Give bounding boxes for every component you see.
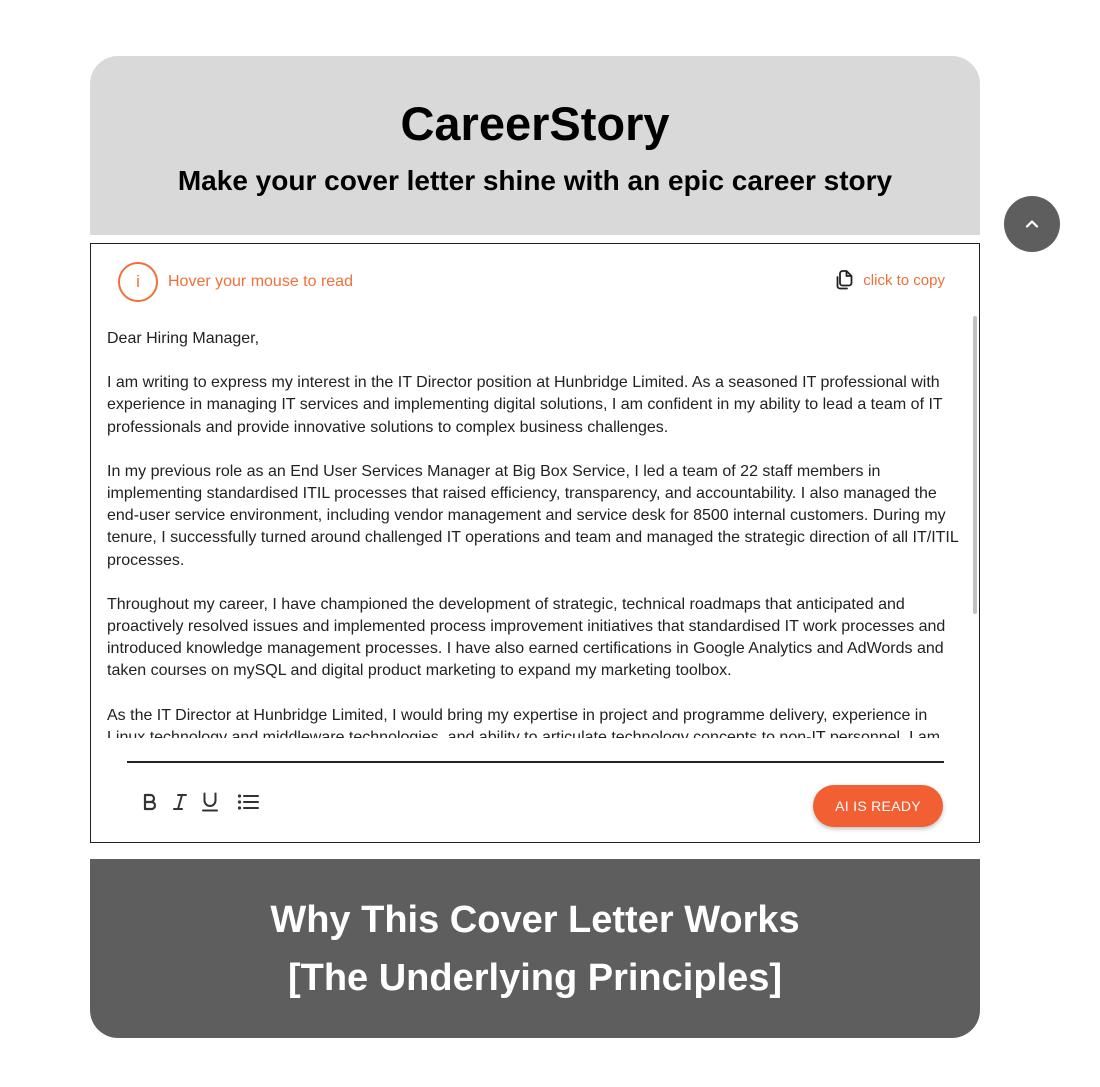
banner-subtitle: [The Underlying Principles] — [287, 957, 783, 999]
underline-icon — [202, 792, 218, 812]
letter-paragraph: Dear Hiring Manager, — [107, 330, 260, 347]
scrollbar-thumb[interactable] — [973, 316, 977, 614]
bold-icon — [143, 793, 157, 811]
cover-letter-text[interactable]: Dear Hiring Manager, I am writing to exp… — [107, 328, 969, 738]
letter-scrollbar[interactable] — [973, 314, 977, 744]
ai-ready-button[interactable]: AI IS READY — [813, 785, 943, 827]
bold-button[interactable] — [135, 790, 165, 814]
chevron-up-icon — [1025, 220, 1039, 228]
bullet-list-button[interactable] — [233, 790, 263, 814]
formatting-toolbar — [135, 790, 263, 814]
letter-paragraph: As the IT Director at Hunbridge Limited,… — [107, 706, 941, 738]
toolbar-divider — [127, 761, 944, 763]
page-subtitle: Make your cover letter shine with an epi… — [177, 165, 893, 196]
letter-paragraph: I am writing to express my interest in t… — [107, 374, 943, 436]
banner-title: Why This Cover Letter Works — [270, 899, 800, 941]
letter-paragraph: Throughout my career, I have championed … — [107, 595, 946, 680]
copy-label: click to copy — [863, 271, 945, 289]
letter-paragraph: In my previous role as an End User Servi… — [107, 462, 959, 569]
hover-hint: i Hover your mouse to read — [118, 262, 353, 302]
scroll-to-top-button[interactable] — [1004, 196, 1060, 252]
italic-button[interactable] — [165, 790, 195, 814]
hover-hint-text: Hover your mouse to read — [168, 273, 353, 290]
info-icon: i — [118, 262, 158, 302]
copy-icon — [836, 270, 853, 290]
principles-banner: Why This Cover Letter Works [The Underly… — [90, 859, 980, 1038]
underline-button[interactable] — [195, 790, 225, 814]
copy-button[interactable]: click to copy — [833, 269, 945, 291]
cover-letter-editor: i Hover your mouse to read click to copy… — [90, 243, 980, 843]
bullet-list-icon — [237, 794, 259, 810]
italic-icon — [173, 794, 187, 810]
page-title: CareerStory — [400, 97, 670, 150]
hero-header: CareerStory Make your cover letter shine… — [90, 56, 980, 235]
